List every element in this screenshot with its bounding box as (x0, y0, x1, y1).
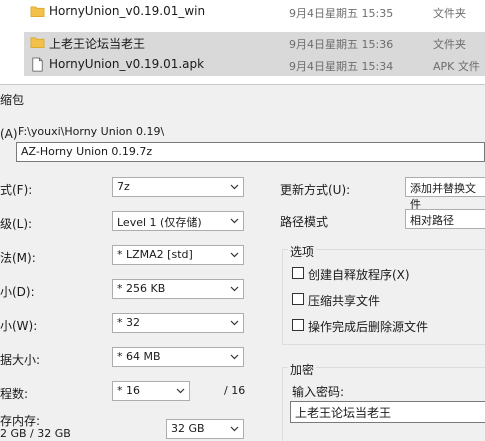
password-label: 输入密码: (292, 385, 345, 399)
file-date: 9月4日星期五 15:36 (289, 38, 394, 51)
file-type: 文件夹 (433, 7, 466, 20)
file-name: HornyUnion_v0.19.01_win (49, 4, 206, 18)
chevron-down-icon (230, 320, 239, 326)
file-type: 文件夹 (433, 38, 466, 51)
memory-value: 32 GB (171, 422, 205, 435)
memory-select[interactable]: 32 GB (166, 419, 244, 439)
update-mode-value: 添加并替换文件 (410, 182, 476, 211)
threads-value: * 16 (117, 384, 140, 397)
word-select[interactable]: * 32 (112, 313, 244, 333)
file-icon (32, 57, 43, 72)
encryption-title: 加密 (288, 361, 317, 378)
threads-max: / 16 (224, 384, 246, 397)
chevron-down-icon (230, 426, 239, 432)
file-name: HornyUnion_v0.19.01.apk (49, 57, 205, 71)
chevron-down-icon (230, 218, 239, 224)
folder-icon (30, 6, 45, 18)
level-select[interactable]: Level 1 (仅存储) (112, 211, 244, 231)
dict-select[interactable]: * 256 KB (112, 279, 244, 299)
update-mode-label: 更新方式(U): (280, 183, 351, 197)
solid-select[interactable]: * 64 MB (112, 347, 244, 367)
level-label: 级(L): (0, 217, 33, 231)
password-value: 上老王论坛当老王 (295, 406, 392, 420)
password-input[interactable]: 上老王论坛当老王 (290, 401, 485, 423)
dict-label: 小(D): (0, 285, 35, 299)
file-row-1[interactable]: 上老王论坛当老王 9月4日星期五 15:36 文件夹 (24, 32, 485, 54)
folder-icon (30, 37, 45, 49)
format-select[interactable]: 7z (112, 177, 244, 197)
method-value: * LZMA2 [std] (117, 248, 193, 261)
file-list: HornyUnion_v0.19.01_win 9月4日星期五 15:35 文件… (0, 0, 485, 84)
sfx-checkbox[interactable] (292, 267, 304, 279)
chevron-down-icon (230, 184, 239, 190)
chevron-down-icon (230, 252, 239, 258)
shared-files-checkbox[interactable] (292, 293, 304, 305)
delete-after-checkbox[interactable] (292, 319, 304, 331)
update-mode-select[interactable]: 添加并替换文件 (405, 177, 485, 211)
options-title: 选项 (288, 243, 317, 260)
threads-select[interactable]: * 16 (112, 381, 190, 401)
path-mode-label: 路径模式 (280, 215, 329, 229)
archive-name-value: AZ-Horny Union 0.19.7z (21, 145, 153, 158)
archive-name-input[interactable]: AZ-Horny Union 0.19.7z (16, 142, 485, 162)
dialog-title: 缩包 (0, 93, 25, 107)
file-date: 9月4日星期五 15:34 (289, 60, 394, 73)
add-to-archive-dialog: 缩包 (A) F:\youxi\Horny Union 0.19\ AZ-Hor… (0, 84, 485, 441)
path-mode-value: 相对路径 (410, 214, 454, 227)
format-label: 式(F): (0, 183, 33, 197)
word-label: 小(W): (0, 319, 38, 333)
chevron-down-icon (230, 354, 239, 360)
threads-label: 程数: (0, 387, 29, 401)
word-value: * 32 (117, 316, 140, 329)
chevron-down-icon (230, 286, 239, 292)
file-row-2[interactable]: HornyUnion_v0.19.01.apk 9月4日星期五 15:34 AP… (24, 54, 485, 76)
sfx-label: 创建自释放程序(X) (308, 268, 410, 282)
archive-path: F:\youxi\Horny Union 0.19\ (18, 125, 165, 138)
file-row-0[interactable]: HornyUnion_v0.19.01_win 9月4日星期五 15:35 文件… (24, 1, 485, 23)
solid-value: * 64 MB (117, 350, 161, 363)
format-value: 7z (117, 180, 130, 193)
archive-label: (A) (0, 127, 18, 141)
shared-files-label: 压缩共享文件 (308, 294, 381, 308)
delete-after-label: 操作完成后删除源文件 (308, 320, 429, 334)
file-date: 9月4日星期五 15:35 (289, 7, 394, 20)
path-mode-select[interactable]: 相对路径 (405, 209, 485, 229)
memory-usage: 2 GB / 32 GB (0, 427, 71, 440)
method-label: 法(M): (0, 251, 36, 265)
level-value: Level 1 (仅存储) (117, 216, 202, 229)
chevron-down-icon (176, 388, 185, 394)
dict-value: * 256 KB (117, 282, 166, 295)
solid-label: 据大小: (0, 353, 41, 367)
method-select[interactable]: * LZMA2 [std] (112, 245, 244, 265)
file-name: 上老王论坛当老王 (49, 37, 146, 51)
file-type: APK 文件 (433, 60, 480, 73)
